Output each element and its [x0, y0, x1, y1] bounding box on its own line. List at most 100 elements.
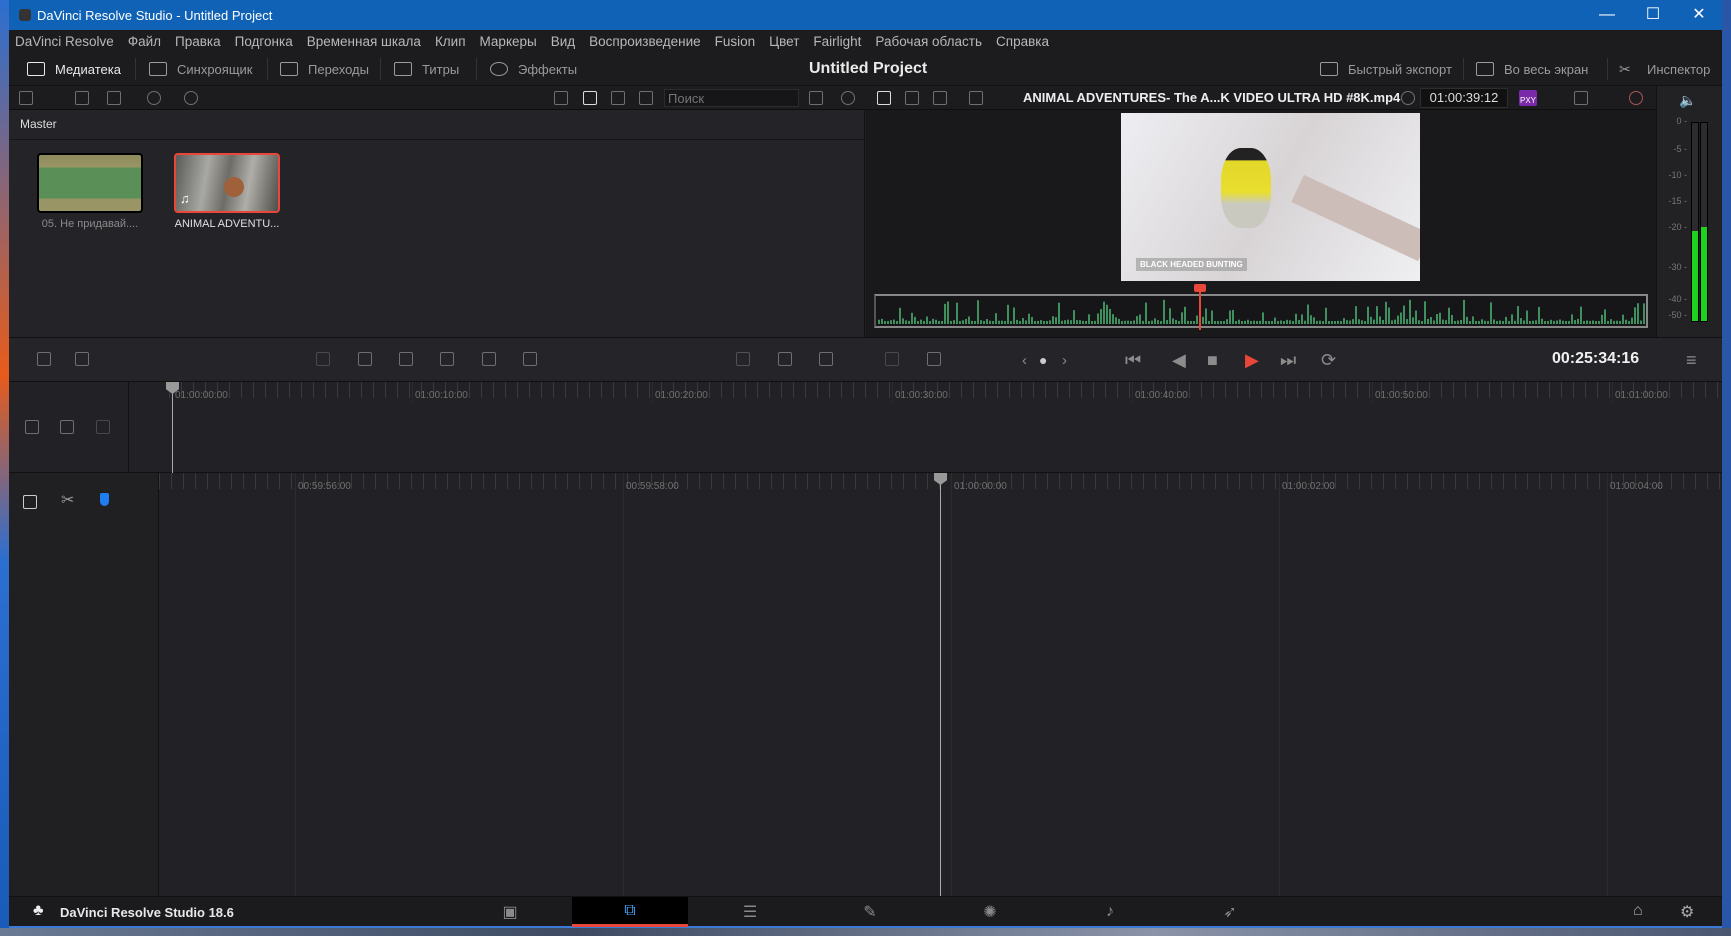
waveform-bar: [926, 316, 928, 324]
menu-mark[interactable]: Маркеры: [480, 34, 537, 49]
mark-dot-icon[interactable]: ●: [1039, 338, 1047, 383]
play-icon[interactable]: ▶: [1245, 338, 1259, 383]
menu-fusion[interactable]: Fusion: [715, 34, 756, 49]
menu-timeline[interactable]: Временная шкала: [307, 34, 421, 49]
transform-icon[interactable]: [1574, 91, 1588, 105]
go-to-start-icon[interactable]: ⏮: [1125, 338, 1141, 383]
viewer-frame[interactable]: BLACK HEADED BUNTING: [1121, 113, 1420, 281]
place-on-top-icon[interactable]: [482, 352, 496, 366]
unlink-icon[interactable]: [184, 91, 198, 105]
menu-playback[interactable]: Воспроизведение: [589, 34, 700, 49]
menu-color[interactable]: Цвет: [769, 34, 799, 49]
go-to-end-icon[interactable]: ⏭: [1280, 338, 1296, 383]
split-view-icon[interactable]: [933, 91, 947, 105]
cut-dissolve-icon[interactable]: [736, 352, 750, 366]
settings-gear-icon[interactable]: ⚙: [1680, 902, 1694, 922]
page-tab-fairlight[interactable]: ♪: [1052, 897, 1168, 927]
proxy-badge[interactable]: PXY: [1519, 90, 1537, 106]
menu-help[interactable]: Справка: [996, 34, 1049, 49]
close-button[interactable]: ✕: [1676, 0, 1722, 30]
source-overwrite-icon[interactable]: [523, 352, 537, 366]
minimize-button[interactable]: —: [1584, 0, 1630, 30]
inspector-button[interactable]: ✂ Инспектор: [1619, 52, 1710, 86]
next-clip-icon[interactable]: ›: [1062, 338, 1067, 383]
menu-workspace[interactable]: Рабочая область: [875, 34, 982, 49]
marker-flag-icon[interactable]: [100, 493, 109, 506]
waveform-bar: [1433, 320, 1435, 324]
import-folder-icon[interactable]: [107, 91, 121, 105]
import-media-icon[interactable]: [75, 91, 89, 105]
track-list-icon[interactable]: [25, 420, 39, 434]
append-icon[interactable]: [358, 352, 372, 366]
menu-fairlight[interactable]: Fairlight: [813, 34, 861, 49]
sync-bin-button[interactable]: Синхроящик: [149, 52, 252, 86]
menu-davinci[interactable]: DaVinci Resolve: [15, 34, 114, 49]
page-tab-edit[interactable]: ☰: [692, 897, 808, 927]
filmstrip-view-icon[interactable]: [611, 91, 625, 105]
settings-sliders-icon[interactable]: [927, 352, 941, 366]
menu-view[interactable]: Вид: [551, 34, 575, 49]
thumbnail-view-icon[interactable]: [583, 91, 597, 105]
color-wheel-icon[interactable]: [1629, 91, 1643, 105]
insert-audio-icon[interactable]: [75, 352, 89, 366]
transitions-button[interactable]: Переходы: [280, 52, 369, 86]
metadata-view-icon[interactable]: [554, 91, 568, 105]
page-tab-cut[interactable]: ⧉: [572, 897, 688, 927]
stop-icon[interactable]: ■: [1207, 338, 1218, 383]
options-menu-icon[interactable]: ≡: [1686, 338, 1697, 383]
titles-button[interactable]: Титры: [394, 52, 459, 86]
maximize-button[interactable]: ☐: [1630, 0, 1676, 30]
list-view-icon[interactable]: [639, 91, 653, 105]
page-tab-color[interactable]: ✺: [932, 897, 1048, 927]
home-icon[interactable]: ⌂: [1633, 902, 1643, 920]
refresh-icon[interactable]: [841, 91, 855, 105]
menu-trim[interactable]: Подгонка: [235, 34, 293, 49]
page-tab-fusion[interactable]: ✎: [812, 897, 928, 927]
play-reverse-icon[interactable]: ◀: [1172, 338, 1186, 383]
menu-edit[interactable]: Правка: [175, 34, 221, 49]
waveform-bar: [1478, 320, 1480, 324]
blade-scissors-icon[interactable]: ✂: [61, 490, 74, 510]
page-tab-media[interactable]: ▣: [452, 897, 568, 927]
loop-icon[interactable]: ⟳: [1321, 338, 1336, 383]
waveform-bar: [959, 320, 961, 324]
zoom-fit-icon[interactable]: [23, 495, 37, 509]
waveform-bar: [1571, 314, 1573, 324]
media-clip-selected[interactable]: ♫ ANIMAL ADVENTU...: [174, 153, 280, 230]
audio-trim-icon[interactable]: [819, 352, 833, 366]
sort-icon[interactable]: [809, 91, 823, 105]
ripple-overwrite-icon[interactable]: [399, 352, 413, 366]
lower-playhead[interactable]: [940, 473, 941, 896]
crop-icon[interactable]: [969, 91, 983, 105]
viewer-image-icon[interactable]: [877, 91, 891, 105]
upper-ruler[interactable]: 01:00:00:00 01:00:10:00 01:00:20:00 01:00:3…: [169, 382, 1722, 473]
search-input[interactable]: [664, 89, 799, 107]
fullscreen-button[interactable]: Во весь экран: [1476, 52, 1588, 86]
clip-playback-icon[interactable]: [885, 352, 899, 366]
safe-area-icon[interactable]: [905, 91, 919, 105]
close-up-icon[interactable]: [440, 352, 454, 366]
clip-view-icon[interactable]: [96, 420, 110, 434]
insert-clip-icon[interactable]: [37, 352, 51, 366]
speaker-icon[interactable]: 🔈: [1679, 92, 1696, 109]
media-clip[interactable]: 05. Не придавай....: [37, 153, 143, 230]
bin-master[interactable]: Master: [9, 110, 865, 140]
effects-button[interactable]: Эффекты: [490, 52, 577, 86]
menu-clip[interactable]: Клип: [435, 34, 466, 49]
menu-file[interactable]: Файл: [128, 34, 161, 49]
smart-insert-icon[interactable]: [316, 352, 330, 366]
viewer-timecode[interactable]: 01:00:39:12: [1420, 88, 1508, 108]
smooth-cut-icon[interactable]: [778, 352, 792, 366]
upper-playhead[interactable]: [172, 382, 173, 473]
audio-waveform-scrubber[interactable]: [874, 294, 1648, 328]
branch-image: [1291, 174, 1420, 262]
playhead-handle[interactable]: [1194, 284, 1206, 292]
page-tab-deliver[interactable]: ➶: [1172, 897, 1288, 927]
prev-clip-icon[interactable]: ‹: [1022, 338, 1027, 383]
quick-export-button[interactable]: Быстрый экспорт: [1320, 52, 1452, 86]
media-pool-button[interactable]: Медиатека: [27, 52, 121, 86]
panel-toggle-icon[interactable]: [19, 91, 33, 105]
timeline-options-icon[interactable]: [60, 420, 74, 434]
relink-icon[interactable]: [147, 91, 161, 105]
viewer-playhead[interactable]: [1199, 286, 1201, 330]
